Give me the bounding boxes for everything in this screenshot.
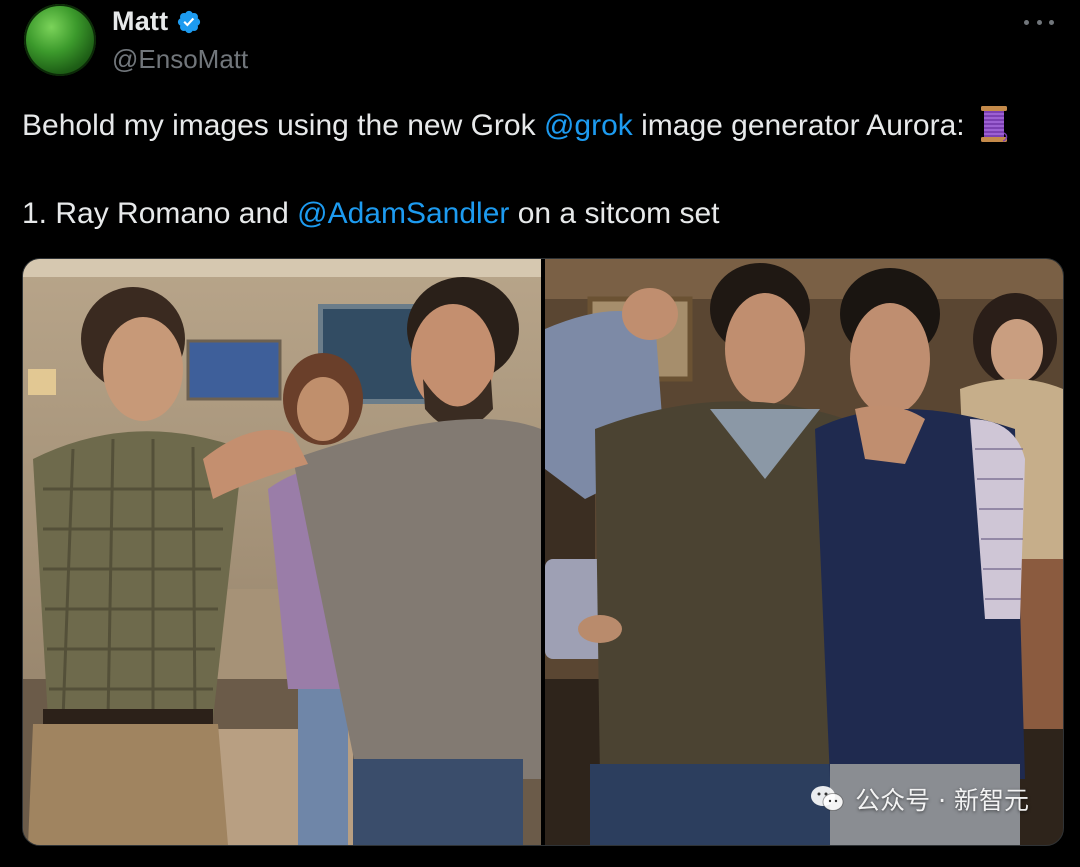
media-grid: 公众号 · 新智元 xyxy=(22,258,1064,846)
tweet-text-line-1: Behold my images using the new Grok @gro… xyxy=(22,104,1062,148)
text-segment: image generator Aurora: xyxy=(632,109,973,142)
dot xyxy=(1036,19,1042,25)
text-segment: Behold my images using the new Grok xyxy=(22,109,544,142)
spool-of-thread-icon xyxy=(980,106,1008,142)
photo-illustration xyxy=(545,259,1063,845)
display-name[interactable]: Matt xyxy=(112,6,168,37)
dot xyxy=(1049,19,1054,25)
text-segment: 1. Ray Romano and xyxy=(22,197,298,230)
author-handle[interactable]: @EnsoMatt xyxy=(112,44,248,75)
verified-badge-icon xyxy=(178,10,201,33)
tweet-text-line-2: 1. Ray Romano and @AdamSandler on a sitc… xyxy=(22,192,1062,236)
avatar[interactable] xyxy=(24,4,96,76)
image-sitcom-living-room-1[interactable] xyxy=(23,259,541,845)
watermark-text: 公众号 · 新智元 xyxy=(855,786,1029,815)
photo-illustration xyxy=(23,259,541,845)
tweet-text: Behold my images using the new Grok @gro… xyxy=(22,104,1062,236)
wechat-icon xyxy=(811,786,844,811)
more-horizontal-icon[interactable] xyxy=(1024,14,1054,30)
tweet: Matt @EnsoMatt Behold my images using th… xyxy=(0,0,1080,867)
image-sitcom-living-room-2[interactable]: 公众号 · 新智元 xyxy=(545,259,1063,845)
mention-link-adamsandler[interactable]: @AdamSandler xyxy=(297,197,509,230)
text-segment: on a sitcom set xyxy=(509,197,720,230)
watermark: 公众号 · 新智元 xyxy=(809,781,1029,817)
author-name-row: Matt xyxy=(112,6,202,37)
mention-link-grok[interactable]: @grok xyxy=(544,109,633,142)
dot xyxy=(1024,19,1029,25)
